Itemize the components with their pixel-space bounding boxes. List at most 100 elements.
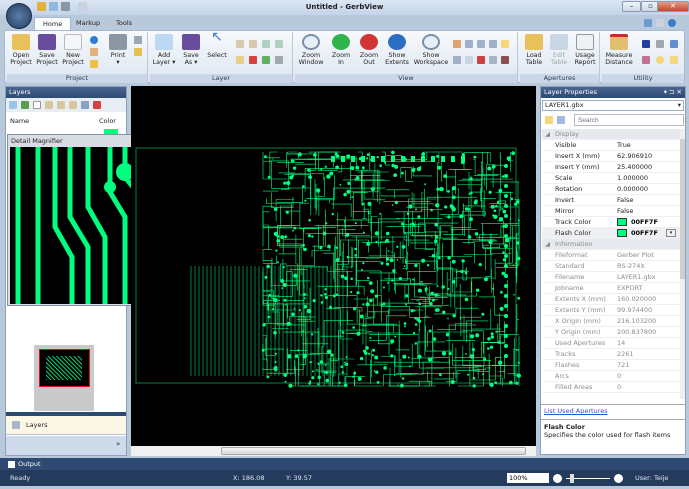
property-row[interactable]: Extents Y (mm) 99.974400 [542, 305, 680, 316]
tab-markup[interactable]: Markup [68, 17, 108, 30]
zoom-icon[interactable] [489, 40, 497, 48]
zoom-icon[interactable] [501, 40, 509, 48]
property-row[interactable]: Flashes 721 [542, 360, 680, 371]
show-workspace-button[interactable]: Show Workspace [413, 34, 449, 66]
line-icon[interactable] [670, 56, 678, 64]
search-input[interactable] [574, 114, 684, 126]
property-row[interactable]: Y Origin (mm) 200.837800 [542, 327, 680, 338]
properties-icon[interactable] [90, 60, 98, 68]
print-icon[interactable] [61, 2, 70, 11]
property-row[interactable]: Jobname EXPORT [542, 283, 680, 294]
layer-tool-icon[interactable] [69, 101, 77, 109]
horizontal-scrollbar[interactable] [131, 446, 536, 456]
layer-tool-icon[interactable] [249, 40, 257, 48]
save-project-button[interactable]: Save Project [35, 34, 59, 66]
show-extents-button[interactable]: Show Extents [383, 34, 411, 66]
pcb-canvas[interactable] [131, 86, 536, 456]
print-preview-icon[interactable] [134, 36, 142, 44]
grid-icon[interactable] [489, 56, 497, 64]
layer-tool-icon[interactable] [262, 40, 270, 48]
tab-tools[interactable]: Tools [108, 17, 140, 30]
zoom-icon[interactable] [477, 40, 485, 48]
tab-home[interactable]: Home [34, 17, 72, 30]
expand-icon[interactable]: » [116, 440, 120, 448]
property-row[interactable]: Fileformat Gerber Plot [542, 250, 680, 261]
help-icon[interactable] [668, 19, 676, 27]
usage-report-button[interactable]: Usage Report [572, 34, 598, 66]
target-icon[interactable] [656, 56, 664, 64]
property-row[interactable]: Rotation 0.000000 [542, 184, 680, 195]
delete-icon[interactable] [249, 56, 257, 64]
edit-table-button[interactable]: Edit Table [548, 34, 570, 66]
open-icon[interactable] [37, 2, 46, 11]
zoom-in-button[interactable]: Zoom In [329, 34, 353, 66]
view-tool-icon[interactable] [477, 56, 485, 64]
column-name[interactable]: Name [10, 117, 29, 125]
view-tool-icon[interactable] [501, 56, 509, 64]
layer-tool-icon[interactable] [275, 40, 283, 48]
window-icon[interactable] [644, 19, 652, 27]
property-row[interactable]: Extents X (mm) 160.020000 [542, 294, 680, 305]
add-layer-button[interactable]: Add Layer ▾ [152, 34, 176, 66]
zoom-window-button[interactable]: Zoom Window [297, 34, 325, 66]
pan-icon[interactable] [453, 40, 461, 48]
overview-thumbnail[interactable] [34, 345, 94, 411]
export-icon[interactable] [134, 48, 142, 56]
select-button[interactable]: ↖ Select [206, 30, 228, 59]
layer-tool-icon[interactable] [236, 56, 244, 64]
nav-layers[interactable]: Layers [6, 416, 126, 435]
add-layer-icon[interactable] [9, 101, 17, 109]
property-row[interactable]: Flash Color 00FF7F ▾ [542, 228, 680, 239]
close-button[interactable]: ✕ [657, 1, 689, 12]
zoom-slider-thumb[interactable] [570, 474, 574, 483]
property-row[interactable]: Insert Y (mm) 25.400000 [542, 162, 680, 173]
preview-icon[interactable] [78, 2, 87, 11]
settings-icon[interactable] [90, 48, 98, 56]
utility-icon[interactable] [670, 40, 678, 48]
info-icon[interactable] [90, 36, 98, 44]
print-button[interactable]: Print ▾ [107, 34, 129, 66]
load-table-button[interactable]: Load Table [522, 34, 546, 66]
zoom-out-button[interactable]: Zoom Out [357, 34, 381, 66]
property-row[interactable]: Filename LAYER1.gbx [542, 272, 680, 283]
property-row[interactable]: Scale 1.000000 [542, 173, 680, 184]
layer-tool-icon[interactable] [262, 56, 270, 64]
zoom-out-icon[interactable] [553, 474, 562, 483]
output-bar[interactable]: Output [0, 458, 689, 470]
document-icon[interactable] [656, 19, 664, 27]
scrollbar-thumb[interactable] [221, 447, 526, 455]
property-row[interactable]: Visible True [542, 140, 680, 151]
property-row[interactable]: Arcs 0 [542, 371, 680, 382]
column-color[interactable]: Color [99, 117, 116, 125]
utility-icon[interactable] [642, 40, 650, 48]
category-header[interactable]: Information ◢ [542, 239, 680, 250]
sort-alpha-icon[interactable] [557, 116, 565, 124]
property-row[interactable]: X Origin (mm) 216.103200 [542, 316, 680, 327]
property-row[interactable]: Insert X (mm) 62.906910 [542, 151, 680, 162]
layer-select[interactable]: LAYER1.gbx ▾ [542, 100, 684, 111]
new-icon[interactable] [49, 2, 58, 11]
property-row[interactable]: Standard RS-274X [542, 261, 680, 272]
property-row[interactable]: Tracks 2261 [542, 349, 680, 360]
zoom-in-icon[interactable] [614, 474, 623, 483]
save-as-button[interactable]: Save As ▾ [180, 34, 202, 66]
move-down-icon[interactable] [57, 101, 65, 109]
dropdown-icon[interactable]: ▾ [666, 229, 676, 237]
layer-tool-icon[interactable] [275, 56, 283, 64]
view-tool-icon[interactable] [453, 56, 461, 64]
overview-viewport[interactable] [39, 349, 90, 387]
new-project-button[interactable]: New Project [61, 34, 85, 66]
zoom-icon[interactable] [465, 40, 473, 48]
glasses-icon[interactable] [656, 40, 664, 48]
minimize-button[interactable]: – [622, 1, 641, 12]
property-row[interactable]: Mirror False [542, 206, 680, 217]
measure-distance-button[interactable]: Measure Distance [604, 34, 634, 66]
remove-layer-icon[interactable] [93, 101, 101, 109]
layer-tool-icon[interactable] [81, 101, 89, 109]
move-up-icon[interactable] [45, 101, 53, 109]
categorized-icon[interactable] [545, 116, 553, 124]
property-row[interactable]: Track Color 00FF7F [542, 217, 680, 228]
list-used-apertures-link[interactable]: List Used Apertures [541, 404, 685, 417]
property-row[interactable]: Invert False [542, 195, 680, 206]
zoom-select[interactable]: 100% [507, 473, 549, 483]
